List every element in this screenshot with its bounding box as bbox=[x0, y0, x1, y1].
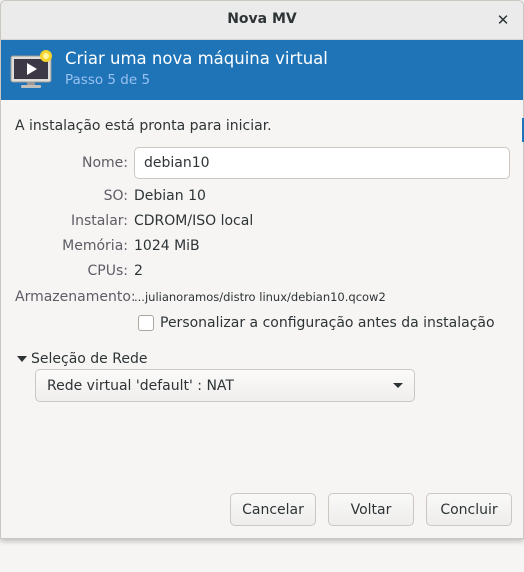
install-value: CDROM/ISO local bbox=[134, 213, 254, 229]
storage-path: ...julianoramos/distro linux/debian10.qc… bbox=[134, 290, 386, 304]
customize-checkbox-row[interactable]: Personalizar a configuração antes da ins… bbox=[138, 315, 495, 331]
ready-message: A instalação está pronta para iniciar. bbox=[15, 118, 272, 134]
cpus-label: CPUs: bbox=[87, 263, 128, 279]
chevron-down-icon bbox=[393, 383, 403, 388]
close-button[interactable]: ✕ bbox=[491, 8, 515, 32]
network-select[interactable]: Rede virtual 'default' : NAT bbox=[35, 369, 415, 402]
window-title: Nova MV bbox=[227, 11, 297, 27]
memory-label: Memória: bbox=[62, 238, 128, 254]
install-label: Instalar: bbox=[70, 213, 128, 229]
vm-name-input[interactable] bbox=[134, 147, 510, 179]
back-button[interactable]: Voltar bbox=[328, 493, 414, 526]
network-expander-label: Seleção de Rede bbox=[31, 351, 148, 367]
memory-value: 1024 MiB bbox=[134, 238, 200, 254]
finish-button[interactable]: Concluir bbox=[426, 493, 512, 526]
new-vm-dialog: Nova MV ✕ Criar uma nova máquina virtual… bbox=[0, 0, 524, 539]
network-selected-value: Rede virtual 'default' : NAT bbox=[47, 377, 234, 394]
name-label: Nome: bbox=[81, 155, 128, 171]
wizard-title: Criar uma nova máquina virtual bbox=[65, 49, 328, 68]
cancel-button[interactable]: Cancelar bbox=[230, 493, 316, 526]
storage-label: Armazenamento: bbox=[15, 289, 136, 305]
customize-checkbox[interactable] bbox=[138, 315, 154, 331]
customize-label[interactable]: Personalizar a configuração antes da ins… bbox=[160, 315, 495, 331]
titlebar: Nova MV ✕ bbox=[1, 1, 523, 40]
wizard-header: Criar uma nova máquina virtual Passo 5 d… bbox=[1, 40, 523, 100]
os-value: Debian 10 bbox=[134, 188, 206, 204]
summary-panel: A instalação está pronta para iniciar. N… bbox=[1, 100, 523, 538]
network-expander[interactable]: Seleção de Rede bbox=[17, 351, 147, 367]
wizard-step: Passo 5 de 5 bbox=[65, 72, 151, 88]
expander-arrow-icon bbox=[17, 356, 27, 362]
os-label: SO: bbox=[103, 188, 128, 204]
new-vm-monitor-icon bbox=[9, 48, 55, 90]
cpus-value: 2 bbox=[134, 263, 143, 279]
close-icon: ✕ bbox=[496, 11, 510, 29]
